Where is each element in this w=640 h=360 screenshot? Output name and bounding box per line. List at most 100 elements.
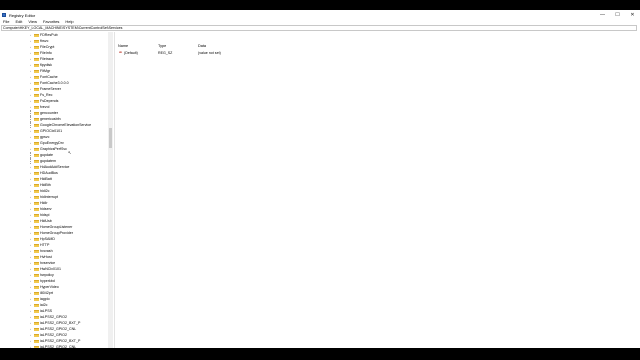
expand-chevron-icon[interactable]: › [30, 142, 32, 145]
folder-icon [34, 285, 39, 289]
expand-chevron-icon[interactable]: › [30, 226, 32, 229]
folder-icon [34, 249, 39, 253]
expand-chevron-icon[interactable]: › [30, 250, 32, 253]
values-pane: Name Type Data ab (Default) REG_SZ (valu… [116, 32, 640, 348]
expand-chevron-icon[interactable]: › [30, 256, 32, 259]
expand-chevron-icon[interactable]: › [30, 40, 32, 43]
folder-icon [34, 165, 39, 169]
folder-icon [34, 153, 39, 157]
column-header-data[interactable]: Data [198, 43, 206, 49]
expand-chevron-icon[interactable]: › [30, 100, 32, 103]
expand-chevron-icon[interactable]: › [30, 46, 32, 49]
folder-icon [34, 189, 39, 193]
folder-icon [34, 129, 39, 133]
expand-chevron-icon[interactable]: › [30, 148, 32, 151]
value-row-default[interactable]: ab (Default) REG_SZ (value not set) [116, 50, 416, 56]
expand-chevron-icon[interactable]: › [30, 310, 32, 313]
menu-bar: File Edit View Favorites Help [0, 18, 640, 25]
folder-icon [34, 255, 39, 259]
folder-icon [34, 207, 39, 211]
expand-chevron-icon[interactable]: › [30, 76, 32, 79]
expand-chevron-icon[interactable]: › [30, 268, 32, 271]
expand-chevron-icon[interactable]: › [30, 286, 32, 289]
expand-chevron-icon[interactable]: › [30, 322, 32, 325]
expand-chevron-icon[interactable]: › [30, 136, 32, 139]
folder-icon [34, 309, 39, 313]
menu-edit[interactable]: Edit [12, 19, 25, 24]
expand-chevron-icon[interactable]: › [30, 340, 32, 343]
menu-file[interactable]: File [0, 19, 12, 24]
folder-icon [34, 135, 39, 139]
folder-icon [34, 267, 39, 271]
expand-chevron-icon[interactable]: › [30, 184, 32, 187]
expand-chevron-icon[interactable]: › [30, 52, 32, 55]
expand-chevron-icon[interactable]: › [30, 58, 32, 61]
expand-chevron-icon[interactable]: › [30, 88, 32, 91]
registry-editor-icon [2, 13, 6, 17]
expand-chevron-icon[interactable]: › [30, 238, 32, 241]
menu-view[interactable]: View [25, 19, 40, 24]
expand-chevron-icon[interactable]: › [30, 214, 32, 217]
column-header-name[interactable]: Name [118, 43, 128, 49]
folder-icon [34, 105, 39, 109]
column-header-type[interactable]: Type [158, 43, 166, 49]
address-bar[interactable]: Computer\HKEY_LOCAL_MACHINE\SYSTEM\Curre… [1, 25, 637, 31]
folder-icon [34, 345, 39, 348]
expand-chevron-icon[interactable]: › [30, 274, 32, 277]
expand-chevron-icon[interactable]: › [30, 292, 32, 295]
folder-icon [34, 111, 39, 115]
folder-icon [34, 315, 39, 319]
folder-icon [34, 51, 39, 55]
expand-chevron-icon[interactable]: › [30, 220, 32, 223]
folder-icon [34, 99, 39, 103]
expand-chevron-icon[interactable]: › [30, 346, 32, 349]
tree-scrollbar[interactable] [108, 32, 113, 348]
expand-chevron-icon[interactable]: › [30, 172, 32, 175]
expand-chevron-icon[interactable]: › [30, 334, 32, 337]
folder-icon [34, 225, 39, 229]
pane-splitter[interactable] [114, 32, 115, 348]
expand-chevron-icon[interactable]: › [30, 298, 32, 301]
folder-icon [34, 195, 39, 199]
folder-icon [34, 93, 39, 97]
value-name: (Default) [124, 51, 138, 55]
expand-chevron-icon[interactable]: › [30, 82, 32, 85]
expand-chevron-icon[interactable]: › [30, 196, 32, 199]
expand-chevron-icon[interactable]: › [30, 244, 32, 247]
expand-chevron-icon[interactable]: › [30, 64, 32, 67]
folder-icon [34, 87, 39, 91]
folder-icon [34, 333, 39, 337]
expand-chevron-icon[interactable]: › [30, 328, 32, 331]
folder-icon [34, 33, 39, 37]
expand-chevron-icon[interactable]: › [30, 190, 32, 193]
expand-chevron-icon[interactable]: › [30, 70, 32, 73]
menu-help[interactable]: Help [62, 19, 76, 24]
expand-chevron-icon[interactable]: › [30, 130, 32, 133]
menu-favorites[interactable]: Favorites [40, 19, 62, 24]
folder-icon [34, 123, 39, 127]
expand-chevron-icon[interactable]: › [30, 262, 32, 265]
folder-icon [34, 81, 39, 85]
expand-chevron-icon[interactable]: › [30, 106, 32, 109]
expand-chevron-icon[interactable]: › [30, 202, 32, 205]
expand-chevron-icon[interactable]: › [30, 166, 32, 169]
mouse-cursor-icon: ↖ [68, 150, 72, 155]
expand-chevron-icon[interactable]: › [30, 304, 32, 307]
tree-list: › FDResPub › fhsvc › FileCrypt › FileInfo › Filet… [0, 32, 108, 348]
expand-chevron-icon[interactable]: › [30, 316, 32, 319]
tree-item[interactable]: › iaLPSS2_GPIO2_CNL [0, 344, 108, 348]
folder-icon [34, 213, 39, 217]
expand-chevron-icon[interactable]: › [30, 34, 32, 37]
folder-icon [34, 147, 39, 151]
expand-chevron-icon[interactable]: › [30, 94, 32, 97]
expand-chevron-icon[interactable]: › [30, 178, 32, 181]
expand-chevron-icon[interactable]: › [30, 280, 32, 283]
folder-icon [34, 339, 39, 343]
string-value-icon: ab [119, 51, 123, 54]
tree-scrollbar-thumb[interactable] [109, 128, 112, 148]
expand-chevron-icon[interactable]: › [30, 232, 32, 235]
folder-icon [34, 201, 39, 205]
expand-chevron-icon[interactable]: › [30, 208, 32, 211]
value-type: REG_SZ [158, 51, 173, 55]
folder-icon [34, 321, 39, 325]
